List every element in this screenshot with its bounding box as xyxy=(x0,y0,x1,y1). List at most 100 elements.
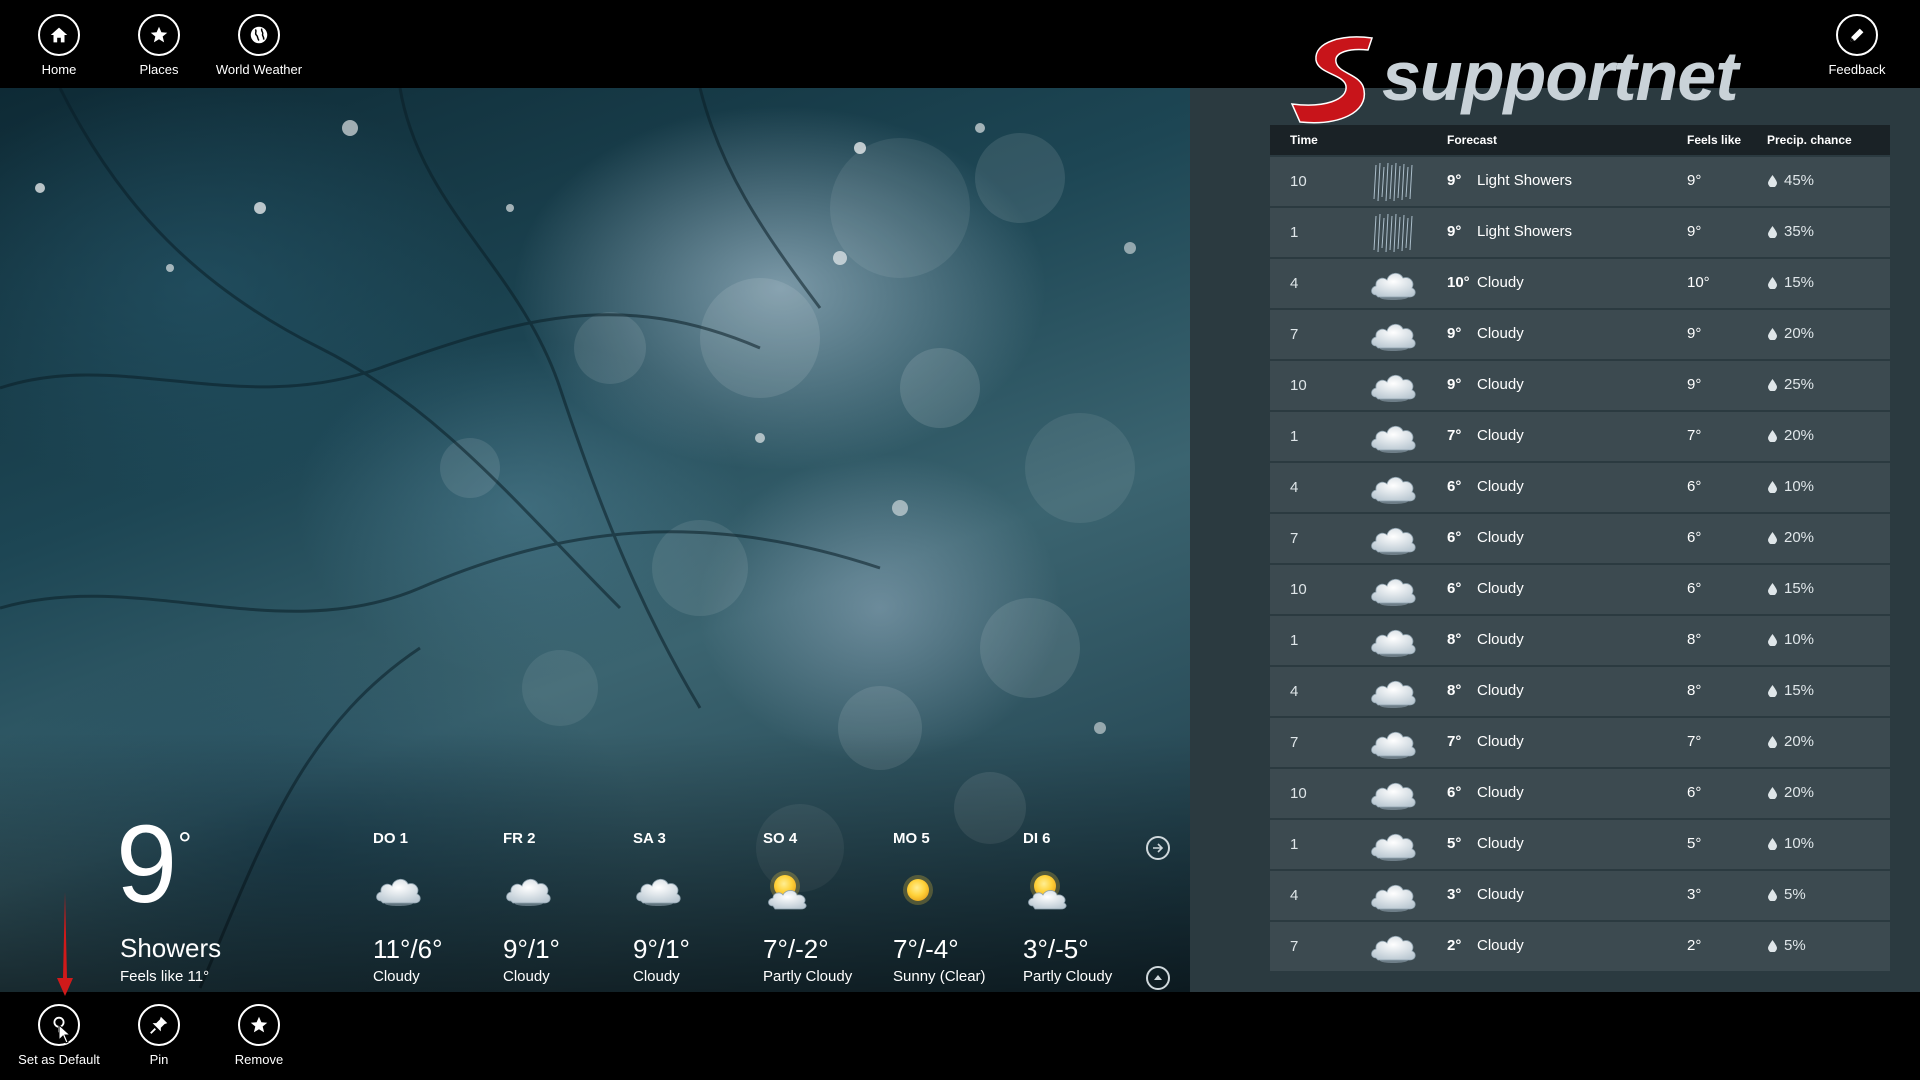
row-feels-like: 9° xyxy=(1687,223,1702,240)
red-arrow-annotation xyxy=(57,892,73,996)
day-temperature-range: 3°/-5° xyxy=(1023,934,1089,964)
daily-forecast-item[interactable]: SA 3 9°/1° Cloudy xyxy=(633,830,753,985)
row-time: 4 xyxy=(1290,479,1299,496)
table-row: 10 9° Cloudy 9° 25% xyxy=(1270,361,1890,412)
daily-forecast-item[interactable]: SO 4 7°/-2° Partly Cloudy xyxy=(763,830,883,985)
cloud-icon xyxy=(1368,467,1418,509)
globe-icon xyxy=(238,14,280,56)
showers-icon xyxy=(1368,212,1418,254)
day-name: SO 4 xyxy=(763,830,798,847)
raindrop-icon xyxy=(1768,838,1777,850)
row-description: Cloudy xyxy=(1477,427,1524,444)
table-row: 7 6° Cloudy 6° 20% xyxy=(1270,514,1890,565)
row-feels-like: 6° xyxy=(1687,580,1702,597)
row-precip-chance: 20% xyxy=(1784,733,1815,750)
table-row: 10 6° Cloudy 6° 20% xyxy=(1270,769,1890,820)
pushpin-icon xyxy=(138,1004,180,1046)
row-time: 7 xyxy=(1290,734,1299,751)
row-temperature: 6° xyxy=(1447,478,1462,495)
pin-label: Pin xyxy=(149,1052,169,1067)
row-feels-like: 7° xyxy=(1687,733,1702,750)
places-button[interactable]: Places xyxy=(104,14,214,77)
cloud-icon xyxy=(1368,722,1418,764)
raindrop-icon xyxy=(1768,787,1777,799)
cloud-icon xyxy=(1368,773,1418,815)
pin-button[interactable]: Pin xyxy=(104,1004,214,1067)
collapse-button[interactable] xyxy=(1146,966,1170,990)
row-feels-like: 5° xyxy=(1687,835,1702,852)
raindrop-icon xyxy=(1768,685,1777,697)
day-temperature-range: 9°/1° xyxy=(503,934,560,964)
row-time: 1 xyxy=(1290,632,1299,649)
table-row: 1 9° Light Showers 9° 35% xyxy=(1270,208,1890,259)
header-forecast: Forecast xyxy=(1447,133,1498,147)
row-time: 7 xyxy=(1290,938,1299,955)
day-temperature-range: 7°/-4° xyxy=(893,934,959,964)
table-row: 4 3° Cloudy 3° 5% xyxy=(1270,871,1890,922)
triangle-up-icon xyxy=(1154,975,1162,980)
raindrop-icon xyxy=(1768,532,1777,544)
daily-forecast-item[interactable]: DI 6 3°/-5° Partly Cloudy xyxy=(1023,830,1143,985)
row-precip-chance: 20% xyxy=(1784,784,1815,801)
day-condition: Cloudy xyxy=(373,968,420,985)
row-temperature: 8° xyxy=(1447,631,1462,648)
row-temperature: 3° xyxy=(1447,886,1462,903)
current-degree-symbol: ° xyxy=(178,826,192,864)
raindrop-icon xyxy=(1768,175,1777,187)
row-description: Cloudy xyxy=(1477,478,1524,495)
row-description: Cloudy xyxy=(1477,937,1524,954)
home-button[interactable]: Home xyxy=(4,14,114,77)
world-weather-label: World Weather xyxy=(215,62,303,77)
header-precip: Precip. chance xyxy=(1767,133,1852,147)
row-description: Cloudy xyxy=(1477,325,1524,342)
row-precip-chance: 15% xyxy=(1784,682,1815,699)
row-feels-like: 6° xyxy=(1687,784,1702,801)
cloud-icon xyxy=(373,868,423,912)
row-feels-like: 2° xyxy=(1687,937,1702,954)
raindrop-icon xyxy=(1768,379,1777,391)
row-feels-like: 8° xyxy=(1687,682,1702,699)
raindrop-icon xyxy=(1768,226,1777,238)
row-feels-like: 10° xyxy=(1687,274,1710,291)
row-description: Cloudy xyxy=(1477,733,1524,750)
row-temperature: 8° xyxy=(1447,682,1462,699)
row-feels-like: 9° xyxy=(1687,376,1702,393)
cloud-icon xyxy=(503,868,553,912)
daily-forecast-item[interactable]: MO 5 7°/-4° Sunny (Clear) xyxy=(893,830,1013,985)
row-description: Cloudy xyxy=(1477,631,1524,648)
day-temperature-range: 7°/-2° xyxy=(763,934,829,964)
row-temperature: 5° xyxy=(1447,835,1462,852)
raindrop-icon xyxy=(1768,940,1777,952)
row-precip-chance: 20% xyxy=(1784,325,1815,342)
day-name: DO 1 xyxy=(373,830,409,847)
row-feels-like: 8° xyxy=(1687,631,1702,648)
row-description: Cloudy xyxy=(1477,529,1524,546)
daily-forecast-item[interactable]: DO 1 11°/6° Cloudy xyxy=(373,830,493,985)
row-temperature: 6° xyxy=(1447,529,1462,546)
partly-cloudy-icon xyxy=(763,868,813,912)
home-label: Home xyxy=(41,62,77,77)
remove-button[interactable]: Remove xyxy=(204,1004,314,1067)
row-description: Cloudy xyxy=(1477,376,1524,393)
star-icon xyxy=(138,14,180,56)
table-row: 7 7° Cloudy 7° 20% xyxy=(1270,718,1890,769)
cloud-icon xyxy=(1368,569,1418,611)
world-weather-button[interactable]: World Weather xyxy=(204,14,314,77)
row-precip-chance: 35% xyxy=(1784,223,1815,240)
raindrop-icon xyxy=(1768,481,1777,493)
raindrop-icon xyxy=(1768,736,1777,748)
next-days-button[interactable] xyxy=(1146,836,1170,860)
table-row: 10 9° Light Showers 9° 45% xyxy=(1270,157,1890,208)
cloud-icon xyxy=(1368,263,1418,305)
row-feels-like: 3° xyxy=(1687,886,1702,903)
raindrop-icon xyxy=(1768,328,1777,340)
row-description: Cloudy xyxy=(1477,784,1524,801)
current-temperature: 9 xyxy=(116,803,177,926)
cloud-icon xyxy=(1368,926,1418,968)
row-description: Cloudy xyxy=(1477,886,1524,903)
day-temperature-range: 11°/6° xyxy=(373,934,443,964)
daily-forecast-item[interactable]: FR 2 9°/1° Cloudy xyxy=(503,830,623,985)
day-name: DI 6 xyxy=(1023,830,1051,847)
table-row: 10 6° Cloudy 6° 15% xyxy=(1270,565,1890,616)
cloud-icon xyxy=(1368,875,1418,917)
